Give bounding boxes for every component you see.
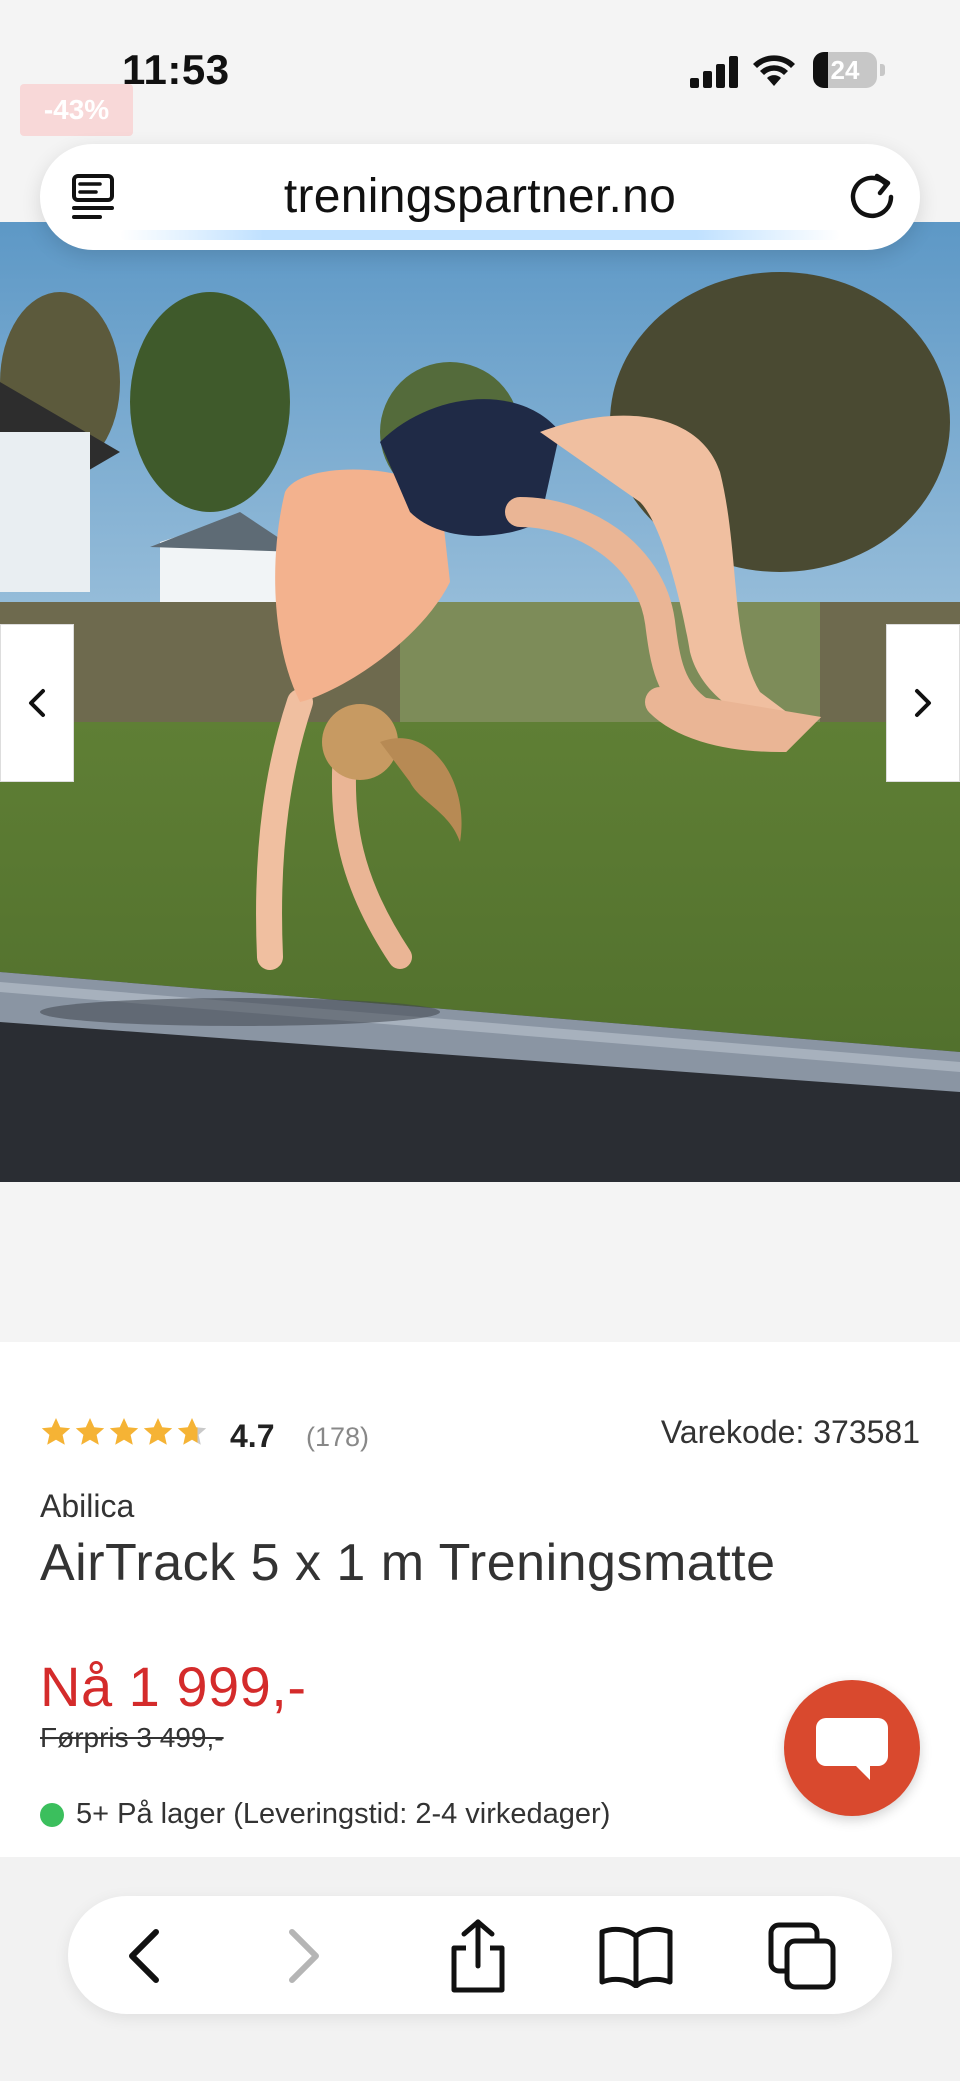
tabs-button[interactable] [764,1918,840,1994]
address-bar[interactable]: treningspartner.no [40,144,920,250]
tabs-icon [768,1922,836,1990]
chevron-right-icon [915,689,931,717]
carousel-next-button[interactable] [886,624,960,782]
carousel-prev-button[interactable] [0,624,74,782]
status-bar: 11:53 24 -43% [0,0,960,140]
share-button[interactable] [440,1918,516,1994]
browser-toolbar [68,1896,892,2014]
discount-badge: -43% [20,84,133,136]
back-icon [129,1929,159,1983]
in-stock-dot-icon [40,1802,64,1827]
product-photo [0,222,960,1182]
star-icon [177,1418,207,1445]
share-icon [451,1919,505,1993]
battery-cap [880,64,885,76]
star-icon [109,1418,139,1445]
bookmarks-button[interactable] [598,1918,674,1994]
gallery-spacer [0,1182,960,1342]
wifi-icon [753,55,795,86]
star-icon [143,1418,173,1445]
product-title: AirTrack 5 x 1 m Treningsmatte [40,1534,776,1592]
star-icon [75,1418,105,1445]
chat-bubble-icon [816,1718,888,1780]
cellular-signal-icon [690,56,738,88]
stock-status: 5+ På lager (Leveringstid: 2-4 virkedage… [40,1798,610,1831]
stock-text: 5+ På lager (Leveringstid: 2-4 virkedage… [76,1798,611,1830]
url-text[interactable]: treningspartner.no [40,144,920,250]
chat-button[interactable] [784,1680,920,1816]
reload-icon[interactable] [846,170,898,222]
rating-count[interactable]: (178) [306,1422,369,1453]
back-button[interactable] [106,1918,182,1994]
forward-icon [289,1929,319,1983]
star-icon [41,1418,71,1445]
product-image[interactable] [0,222,960,1182]
forward-button[interactable] [266,1918,342,1994]
current-price: Nå 1 999,- [40,1655,307,1718]
status-time: 11:53 [122,46,230,93]
product-sku: Varekode: 373581 [660,1414,920,1450]
rating-value: 4.7 [230,1418,275,1454]
rating-stars[interactable] [40,1416,208,1448]
battery-level: 24 [830,55,860,85]
battery-icon: 24 [813,52,877,88]
chevron-left-icon [29,689,45,717]
bookmarks-icon [599,1926,673,1988]
previous-price: Førpris 3 499,- [40,1722,224,1753]
product-brand[interactable]: Abilica [40,1488,134,1525]
